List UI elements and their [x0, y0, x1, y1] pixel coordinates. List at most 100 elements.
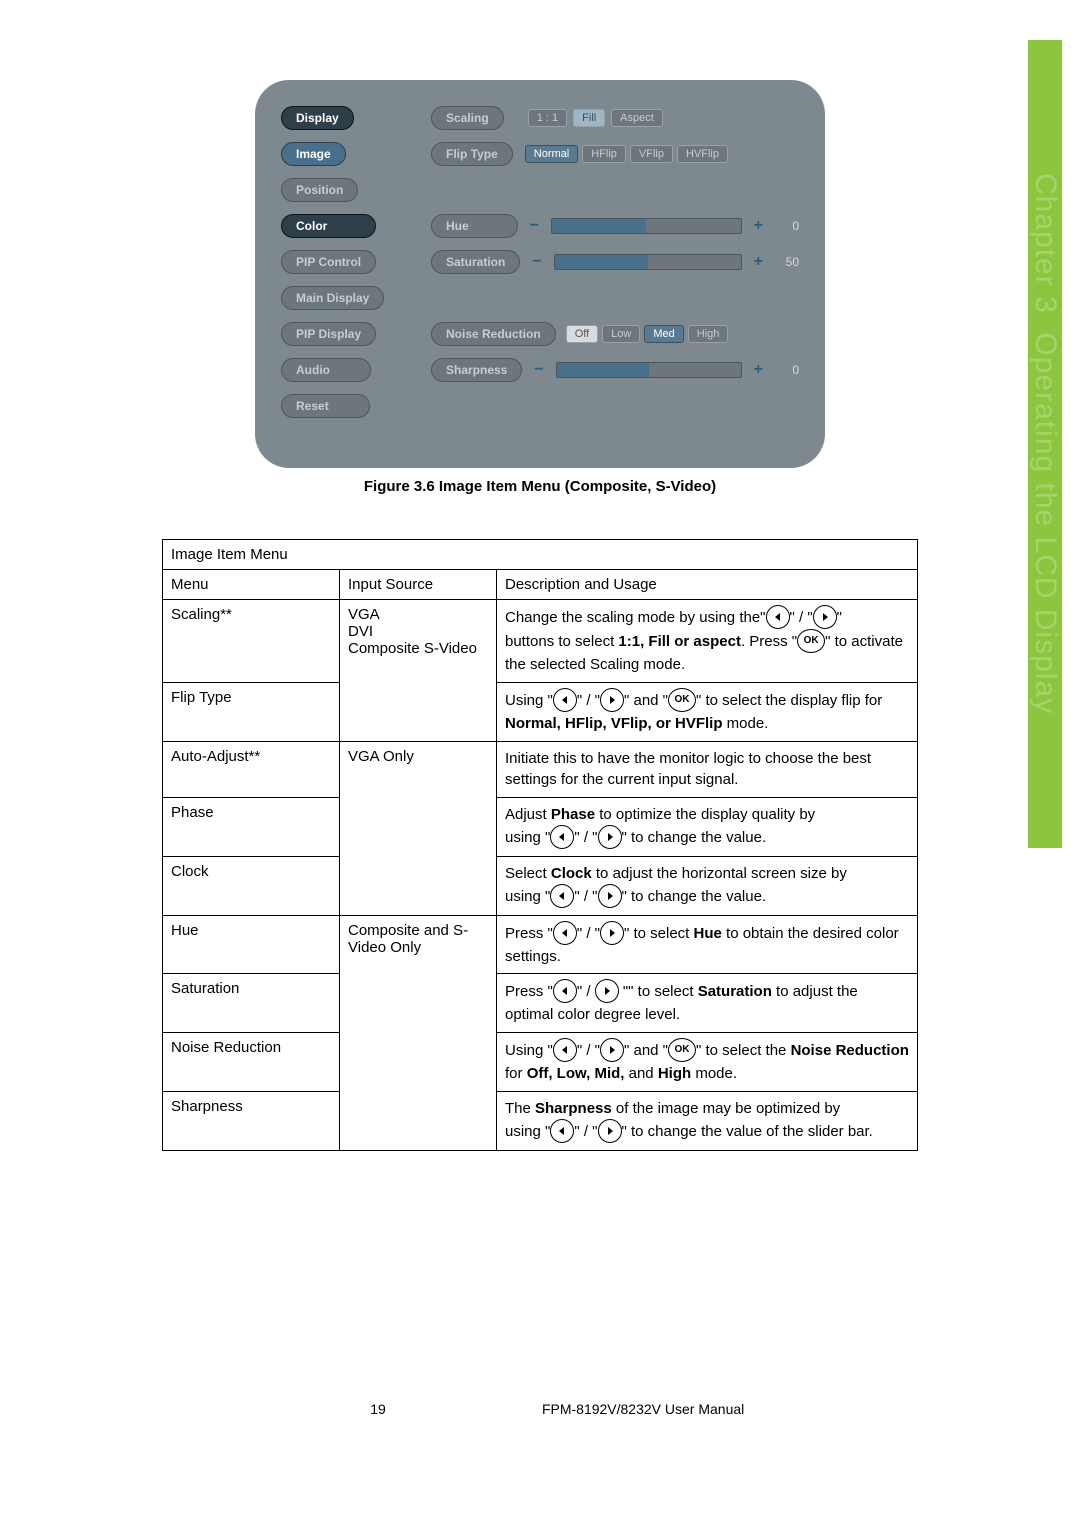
- left-arrow-icon: [550, 1119, 574, 1143]
- sharpness-slider: [556, 362, 742, 378]
- osd-label-scaling: Scaling: [431, 106, 504, 130]
- flip-opt-vflip: VFlip: [630, 145, 673, 163]
- cell-menu: Flip Type: [163, 682, 340, 741]
- left-arrow-icon: [553, 688, 577, 712]
- chapter-side-tab: Chapter 3 Operating the LCD Display: [1028, 40, 1062, 848]
- cell-input: VGA Only: [340, 741, 497, 915]
- flip-opt-hvflip: HVFlip: [677, 145, 728, 163]
- plus-icon: +: [748, 217, 769, 235]
- chapter-title-text: Operating the LCD Display: [1029, 333, 1062, 715]
- osd-menu-image: Image: [281, 142, 346, 166]
- col-menu: Menu: [163, 570, 340, 600]
- osd-menu-reset: Reset: [281, 394, 370, 418]
- chapter-side-text: Chapter 3 Operating the LCD Display: [1028, 173, 1062, 714]
- cell-desc: The Sharpness of the image may be optimi…: [497, 1091, 918, 1150]
- right-arrow-icon: [600, 688, 624, 712]
- cell-menu: Saturation: [163, 974, 340, 1033]
- osd-menu-pipcontrol: PIP Control: [281, 250, 376, 274]
- saturation-value: 50: [775, 255, 799, 269]
- right-arrow-icon: [598, 1119, 622, 1143]
- osd-menu-pipdisplay: PIP Display: [281, 322, 376, 346]
- cell-input: Composite and S-Video Only: [340, 915, 497, 1150]
- osd-label-noisereduction: Noise Reduction: [431, 322, 556, 346]
- cell-desc: Press "" / "" to select Saturation to ad…: [497, 974, 918, 1033]
- cell-desc: Using "" / "" and "OK" to select the dis…: [497, 682, 918, 741]
- cell-menu: Hue: [163, 915, 340, 974]
- left-arrow-icon: [766, 605, 790, 629]
- right-arrow-icon: [598, 825, 622, 849]
- nr-opt-off: Off: [566, 325, 598, 343]
- nr-opt-med: Med: [644, 325, 683, 343]
- nr-opt-low: Low: [602, 325, 640, 343]
- figure-caption: Figure 3.6 Image Item Menu (Composite, S…: [120, 478, 960, 495]
- table-title: Image Item Menu: [163, 540, 918, 570]
- cell-desc: Initiate this to have the monitor logic …: [497, 741, 918, 798]
- saturation-slider: [554, 254, 742, 270]
- cell-menu: Sharpness: [163, 1091, 340, 1150]
- cell-menu: Auto-Adjust**: [163, 741, 340, 798]
- cell-input: VGADVIComposite S-Video: [340, 600, 497, 742]
- col-desc: Description and Usage: [497, 570, 918, 600]
- right-arrow-icon: [595, 979, 619, 1003]
- cell-desc: Press "" / "" to select Hue to obtain th…: [497, 915, 918, 974]
- osd-label-fliptype: Flip Type: [431, 142, 513, 166]
- hue-slider: [551, 218, 742, 234]
- table-row: Flip Type Using "" / "" and "OK" to sele…: [163, 682, 918, 741]
- left-arrow-icon: [550, 884, 574, 908]
- flip-opt-hflip: HFlip: [582, 145, 626, 163]
- osd-label-hue: Hue: [431, 214, 518, 238]
- osd-menu-maindisplay: Main Display: [281, 286, 384, 310]
- plus-icon: +: [748, 253, 769, 271]
- right-arrow-icon: [598, 884, 622, 908]
- scaling-opt-fill: Fill: [573, 109, 605, 127]
- osd-menu-display: Display: [281, 106, 354, 130]
- sharpness-value: 0: [775, 363, 799, 377]
- left-arrow-icon: [553, 1038, 577, 1062]
- osd-menu-position: Position: [281, 178, 358, 202]
- cell-menu: Noise Reduction: [163, 1033, 340, 1092]
- col-input: Input Source: [340, 570, 497, 600]
- osd-label-saturation: Saturation: [431, 250, 520, 274]
- left-arrow-icon: [553, 979, 577, 1003]
- osd-menu-color: Color: [281, 214, 376, 238]
- ok-icon: OK: [797, 629, 825, 653]
- plus-icon: +: [748, 361, 769, 379]
- ok-icon: OK: [668, 1038, 696, 1062]
- table-row: Saturation Press "" / "" to select Satur…: [163, 974, 918, 1033]
- cell-desc: Adjust Phase to optimize the display qua…: [497, 798, 918, 857]
- ok-icon: OK: [668, 688, 696, 712]
- left-arrow-icon: [550, 825, 574, 849]
- flip-opt-normal: Normal: [525, 145, 578, 163]
- osd-panel: Display Scaling 1 : 1 Fill Aspect Image …: [255, 80, 825, 468]
- cell-desc: Select Clock to adjust the horizontal sc…: [497, 856, 918, 915]
- page-footer: 19 FPM-8192V/8232V User Manual: [0, 1401, 1080, 1417]
- table-row: Sharpness The Sharpness of the image may…: [163, 1091, 918, 1150]
- minus-icon: −: [524, 217, 545, 235]
- scaling-opt-1to1: 1 : 1: [528, 109, 567, 127]
- minus-icon: −: [526, 253, 547, 271]
- osd-label-sharpness: Sharpness: [431, 358, 522, 382]
- cell-desc: Change the scaling mode by using the"" /…: [497, 600, 918, 683]
- table-row: Scaling** VGADVIComposite S-Video Change…: [163, 600, 918, 683]
- nr-opt-high: High: [688, 325, 729, 343]
- hue-value: 0: [775, 219, 799, 233]
- page-number: 19: [218, 1401, 538, 1417]
- image-item-menu-table: Image Item Menu Menu Input Source Descri…: [162, 539, 918, 1151]
- minus-icon: −: [528, 361, 549, 379]
- right-arrow-icon: [813, 605, 837, 629]
- table-row: Hue Composite and S-Video Only Press "" …: [163, 915, 918, 974]
- table-row: Auto-Adjust** VGA Only Initiate this to …: [163, 741, 918, 798]
- table-row: Noise Reduction Using "" / "" and "OK" t…: [163, 1033, 918, 1092]
- table-row: Clock Select Clock to adjust the horizon…: [163, 856, 918, 915]
- right-arrow-icon: [600, 921, 624, 945]
- chapter-number-text: Chapter 3: [1029, 173, 1062, 314]
- left-arrow-icon: [553, 921, 577, 945]
- manual-name: FPM-8192V/8232V User Manual: [542, 1401, 862, 1417]
- cell-menu: Phase: [163, 798, 340, 857]
- cell-desc: Using "" / "" and "OK" to select the Noi…: [497, 1033, 918, 1092]
- scaling-opt-aspect: Aspect: [611, 109, 663, 127]
- cell-menu: Clock: [163, 856, 340, 915]
- osd-menu-audio: Audio: [281, 358, 371, 382]
- right-arrow-icon: [600, 1038, 624, 1062]
- cell-menu: Scaling**: [163, 600, 340, 683]
